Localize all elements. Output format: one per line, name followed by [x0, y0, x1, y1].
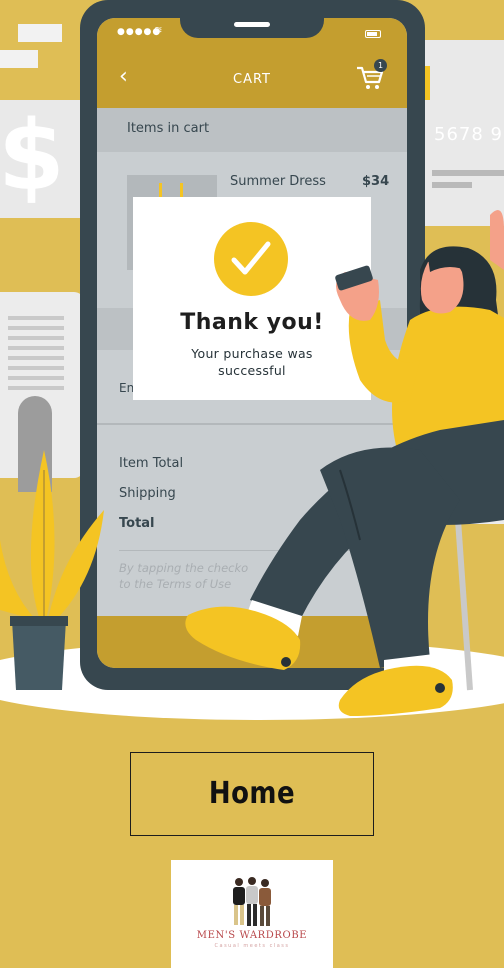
plant-illustration — [0, 450, 104, 690]
logo-tagline: Casual meets class — [214, 943, 290, 949]
models-figure-icon — [233, 877, 271, 926]
brand-logo: MEN'S WARDROBE Casual meets class — [171, 860, 333, 968]
home-button-label: Home — [208, 776, 296, 812]
logo-brand-name: MEN'S WARDROBE — [196, 930, 308, 941]
home-button[interactable]: Home — [130, 752, 374, 836]
illustration-scene: $ 5678 9 ●●●●● ≋ ‹ CART 1 Items in cart — [0, 0, 504, 720]
